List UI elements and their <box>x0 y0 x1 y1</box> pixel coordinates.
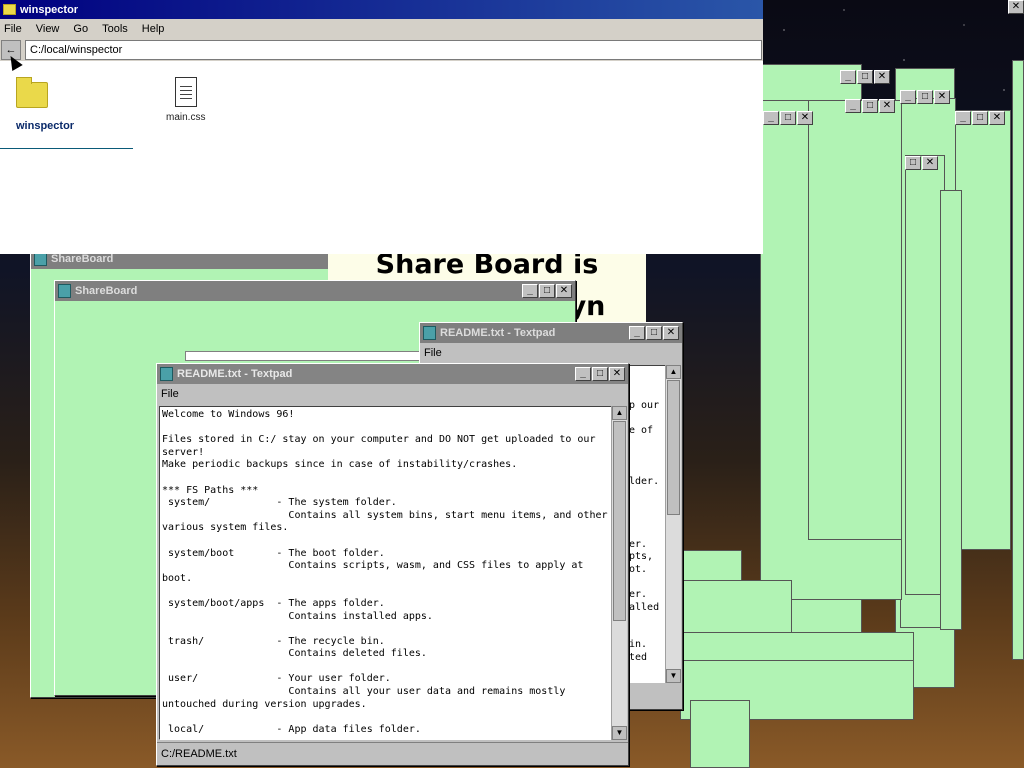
menu-file[interactable]: File <box>424 347 442 359</box>
ghost-window-controls: _ □ ✕ <box>840 70 890 88</box>
scroll-thumb[interactable] <box>667 380 680 515</box>
window-title: README.txt - Textpad <box>440 327 556 339</box>
close-icon[interactable]: ✕ <box>934 90 950 104</box>
folder-icon[interactable] <box>16 77 48 108</box>
textpad-icon <box>423 326 436 340</box>
menubar: File <box>157 384 628 404</box>
close-icon[interactable]: ✕ <box>609 367 625 381</box>
file-icon[interactable] <box>175 77 197 107</box>
vertical-scrollbar[interactable]: ▲ ▼ <box>611 406 627 740</box>
scroll-down-icon[interactable]: ▼ <box>666 669 681 683</box>
maximize-icon[interactable]: □ <box>646 326 662 340</box>
ghost-window <box>905 155 945 595</box>
minimize-icon[interactable]: _ <box>629 326 645 340</box>
close-icon[interactable]: ✕ <box>556 284 572 298</box>
ghost-window-controls: _ □ ✕ <box>955 111 1005 129</box>
ghost-window-controls: □ ✕ <box>905 156 938 174</box>
maximize-icon[interactable]: □ <box>780 111 796 125</box>
address-bar[interactable]: C:/local/winspector <box>25 40 762 60</box>
titlebar[interactable]: ShareBoard _ □ ✕ <box>55 281 575 301</box>
ghost-window-controls: _ □ ✕ <box>900 90 950 108</box>
textpad-window: README.txt - Textpad _ □ ✕ File Welcome … <box>156 363 629 766</box>
address-row: ← C:/local/winspector <box>0 39 763 61</box>
minimize-icon[interactable]: _ <box>840 70 856 84</box>
window-title: winspector <box>20 3 79 16</box>
titlebar[interactable]: README.txt - Textpad _ □ ✕ <box>157 364 628 384</box>
menu-help[interactable]: Help <box>142 23 165 35</box>
ghost-window-controls: _ □ ✕ <box>845 99 895 117</box>
maximize-icon[interactable]: □ <box>972 111 988 125</box>
status-path: C:/README.txt <box>161 748 237 760</box>
ghost-window <box>808 100 902 540</box>
close-icon[interactable]: ✕ <box>1008 0 1024 14</box>
minimize-icon[interactable]: _ <box>575 367 591 381</box>
ghost-window-controls: ✕ <box>1008 0 1024 18</box>
scroll-thumb[interactable] <box>613 421 626 621</box>
titlebar[interactable]: README.txt - Textpad _ □ ✕ <box>420 323 682 343</box>
maximize-icon[interactable]: □ <box>917 90 933 104</box>
maximize-icon[interactable]: □ <box>862 99 878 113</box>
folder-label[interactable]: winspector <box>16 120 74 132</box>
winspector-window: winspector File View Go Tools Help ← C:/… <box>0 0 763 254</box>
minimize-icon[interactable]: _ <box>900 90 916 104</box>
close-icon[interactable]: ✕ <box>879 99 895 113</box>
ghost-window <box>1012 60 1024 660</box>
ghost-window <box>955 110 1011 550</box>
text-fragments: p our e of lder. er. pts, ot. er. alled … <box>629 400 660 663</box>
window-title: ShareBoard <box>75 285 138 297</box>
menu-tools[interactable]: Tools <box>102 23 128 35</box>
menubar: File View Go Tools Help <box>0 19 763 39</box>
scroll-up-icon[interactable]: ▲ <box>612 406 627 420</box>
file-label[interactable]: main.css <box>166 112 205 123</box>
maximize-icon[interactable]: □ <box>592 367 608 381</box>
close-icon[interactable]: ✕ <box>797 111 813 125</box>
shareboard-icon <box>34 252 47 266</box>
maximize-icon[interactable]: □ <box>857 70 873 84</box>
folder-icon <box>3 4 16 15</box>
close-icon[interactable]: ✕ <box>663 326 679 340</box>
titlebar[interactable]: winspector <box>0 0 763 19</box>
window-title: ShareBoard <box>51 253 114 265</box>
maximize-icon[interactable]: □ <box>539 284 555 298</box>
window-title: README.txt - Textpad <box>177 368 293 380</box>
menu-view[interactable]: View <box>36 23 60 35</box>
ghost-window <box>690 700 750 768</box>
close-icon[interactable]: ✕ <box>874 70 890 84</box>
menu-file[interactable]: File <box>161 388 179 400</box>
shareboard-icon <box>58 284 71 298</box>
minimize-icon[interactable]: _ <box>955 111 971 125</box>
menu-go[interactable]: Go <box>73 23 88 35</box>
minimize-icon[interactable]: _ <box>522 284 538 298</box>
shareboard-inner-panel <box>185 351 425 361</box>
minimize-icon[interactable]: _ <box>763 111 779 125</box>
ghost-window <box>940 190 962 630</box>
menubar: File <box>420 343 682 363</box>
text-editor[interactable]: Welcome to Windows 96! Files stored in C… <box>159 406 613 740</box>
selection-underline <box>0 148 133 149</box>
close-icon[interactable]: ✕ <box>922 156 938 170</box>
maximize-icon[interactable]: □ <box>905 156 921 170</box>
minimize-icon[interactable]: _ <box>845 99 861 113</box>
vertical-scrollbar[interactable]: ▲ ▼ <box>665 365 681 683</box>
ghost-window-controls: _ □ ✕ <box>763 111 813 129</box>
scroll-down-icon[interactable]: ▼ <box>612 726 627 740</box>
textpad-icon <box>160 367 173 381</box>
menu-file[interactable]: File <box>4 23 22 35</box>
close-icon[interactable]: ✕ <box>989 111 1005 125</box>
scroll-up-icon[interactable]: ▲ <box>666 365 681 379</box>
page-heading-line1: Share Board is <box>375 254 599 280</box>
status-bar: C:/README.txt <box>157 742 628 764</box>
